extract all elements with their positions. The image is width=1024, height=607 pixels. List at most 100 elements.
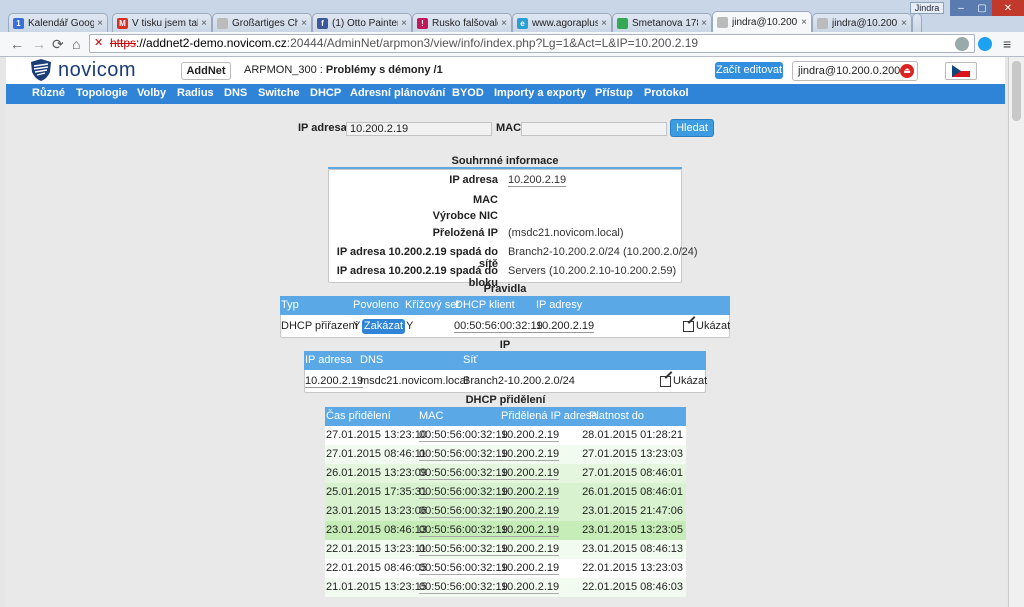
rules-header-4[interactable]: IP adresy [536, 299, 582, 311]
new-tab-icon[interactable] [912, 13, 922, 32]
menu-item-3[interactable]: Radius [177, 87, 214, 99]
ip-row-address[interactable]: 10.200.2.19 [305, 375, 364, 388]
dhcp-header-0[interactable]: Čas přidělení [326, 410, 391, 422]
profile-button[interactable]: Jindra [910, 2, 944, 14]
dhcp-ip[interactable]: 10.200.2.19 [501, 448, 560, 461]
tab-8[interactable]: jindra@10.200.0× [812, 13, 912, 32]
extension-icon[interactable] [955, 37, 969, 51]
ip-section-header-2[interactable]: Síť [463, 354, 478, 366]
dhcp-ip[interactable]: 10.200.2.19 [501, 524, 560, 537]
dhcp-header-1[interactable]: MAC [419, 410, 443, 422]
search-button[interactable]: Hledat [670, 119, 714, 137]
tab-close-icon[interactable]: × [501, 18, 507, 29]
home-icon[interactable]: ⌂ [72, 36, 80, 52]
tab-close-icon[interactable]: × [301, 18, 307, 29]
rules-header-2[interactable]: Křížový set [405, 299, 459, 311]
address-bar[interactable]: ✕ https://addnet2-demo.novicom.cz:20444/A… [89, 34, 975, 53]
rule-cross: Y [406, 320, 414, 332]
novicom-logo[interactable]: novicom [30, 58, 136, 82]
tab-close-icon[interactable]: × [901, 18, 907, 29]
rules-header-3[interactable]: DHCP klient [455, 299, 515, 311]
dhcp-mac[interactable]: 00:50:56:00:32:19 [419, 581, 508, 594]
rule-show-link[interactable]: Ukázat [683, 320, 730, 332]
menu-item-7[interactable]: Adresní plánování [350, 87, 445, 99]
menu-item-1[interactable]: Topologie [76, 87, 128, 99]
dhcp-mac[interactable]: 00:50:56:00:32:19 [419, 505, 508, 518]
menu-item-5[interactable]: Switche [258, 87, 300, 99]
disable-rule-button[interactable]: Zakázat [362, 319, 405, 334]
dhcp-ip[interactable]: 10.200.2.19 [501, 543, 560, 556]
tab-title: www.agoraplus.c [532, 17, 598, 29]
dhcp-ip[interactable]: 10.200.2.19 [501, 562, 560, 575]
menu-item-8[interactable]: BYOD [452, 87, 484, 99]
menu-item-9[interactable]: Importy a exporty [494, 87, 586, 99]
dhcp-mac[interactable]: 00:50:56:00:32:19 [419, 543, 508, 556]
menu-item-6[interactable]: DHCP [310, 87, 341, 99]
ip-show-link[interactable]: Ukázat [660, 375, 707, 387]
menu-item-4[interactable]: DNS [224, 87, 247, 99]
dhcp-mac[interactable]: 00:50:56:00:32:19 [419, 524, 508, 537]
tab-close-icon[interactable]: × [701, 18, 707, 29]
minimize-icon[interactable]: ‒ [950, 0, 972, 16]
dhcp-ip[interactable]: 10.200.2.19 [501, 581, 560, 594]
menu-item-2[interactable]: Volby [137, 87, 166, 99]
addnet-button[interactable]: AddNet [181, 62, 231, 80]
back-icon[interactable]: ← [10, 36, 24, 52]
rule-client[interactable]: 00:50:56:00:32:19 [454, 320, 543, 333]
logout-icon[interactable]: ⏏ [900, 64, 914, 78]
tab-5[interactable]: e www.agoraplus.c× [512, 13, 612, 32]
rules-header-1[interactable]: Povoleno [353, 299, 399, 311]
main-menu: Různé Topologie Volby Radius DNS Switche DHCP A… [6, 84, 1005, 104]
tab-1[interactable]: M V tisku jsem take× [112, 13, 212, 32]
tab-close-icon[interactable]: × [201, 18, 207, 29]
dhcp-mac[interactable]: 00:50:56:00:32:19 [419, 429, 508, 442]
dhcp-header-2[interactable]: Přidělená IP adresa [501, 410, 597, 422]
mac-search-input[interactable] [521, 122, 667, 136]
dhcp-ip[interactable]: 10.200.2.19 [501, 429, 560, 442]
scrollbar-thumb[interactable] [1012, 61, 1021, 121]
start-edit-button[interactable]: Začít editovat [715, 62, 783, 79]
dhcp-mac[interactable]: 00:50:56:00:32:19 [419, 448, 508, 461]
reload-icon[interactable]: ⟳ [52, 36, 64, 53]
tab-0[interactable]: 1 Kalendář Google× [8, 13, 108, 32]
dhcp-row: 25.01.2015 17:35:31 00:50:56:00:32:19 10.2… [325, 483, 686, 502]
dhcp-ip[interactable]: 10.200.2.19 [501, 467, 560, 480]
forward-icon[interactable]: → [32, 36, 46, 52]
menu-item-11[interactable]: Protokol [644, 87, 689, 99]
summary-key: Přeložená IP [432, 227, 498, 239]
ip-search-input[interactable]: 10.200.2.19 [346, 122, 492, 136]
dhcp-mac[interactable]: 00:50:56:00:32:19 [419, 562, 508, 575]
ip-section-header-0[interactable]: IP adresa [305, 354, 352, 366]
maximize-icon[interactable]: ▢ [972, 0, 992, 16]
summary-value[interactable]: 10.200.2.19 [508, 174, 567, 187]
tab-title: (1) Otto Painter [332, 17, 399, 29]
dhcp-mac[interactable]: 00:50:56:00:32:19 [419, 486, 508, 499]
menu-icon[interactable]: ≡ [1003, 36, 1011, 52]
ip-search-label: IP adresa: [298, 122, 351, 134]
tab-close-icon[interactable]: × [97, 18, 103, 29]
page-scrollbar[interactable] [1008, 57, 1024, 607]
dhcp-header-3[interactable]: Platnost do [589, 410, 644, 422]
tab-close-icon[interactable]: × [401, 18, 407, 29]
skype-icon[interactable] [978, 37, 992, 51]
rules-title: Pravidla [483, 283, 527, 295]
ip-section-header-1[interactable]: DNS [360, 354, 383, 366]
menu-item-0[interactable]: Různé [32, 87, 65, 99]
rules-header-0[interactable]: Typ [281, 299, 299, 311]
tab-2[interactable]: Großartiges Cho× [212, 13, 312, 32]
rule-ip[interactable]: 10.200.2.19 [536, 320, 595, 333]
tab-7[interactable]: jindra@10.200.0× [712, 11, 812, 33]
language-selector[interactable] [945, 62, 977, 80]
dhcp-ip[interactable]: 10.200.2.19 [501, 505, 560, 518]
dhcp-mac[interactable]: 00:50:56:00:32:19 [419, 467, 508, 480]
menu-item-10[interactable]: Přístup [595, 87, 633, 99]
close-window-icon[interactable]: ✕ [992, 0, 1024, 16]
dhcp-valid: 22.01.2015 13:23:03 [582, 562, 683, 574]
tab-3[interactable]: f (1) Otto Painter × [312, 13, 412, 32]
shield-logo-icon [31, 59, 51, 81]
tab-close-icon[interactable]: × [601, 18, 607, 29]
tab-4[interactable]: ! Rusko falšovalo × [412, 13, 512, 32]
dhcp-ip[interactable]: 10.200.2.19 [501, 486, 560, 499]
tab-6[interactable]: Smetanova 1788× [612, 13, 712, 32]
tab-close-icon[interactable]: × [801, 17, 807, 28]
